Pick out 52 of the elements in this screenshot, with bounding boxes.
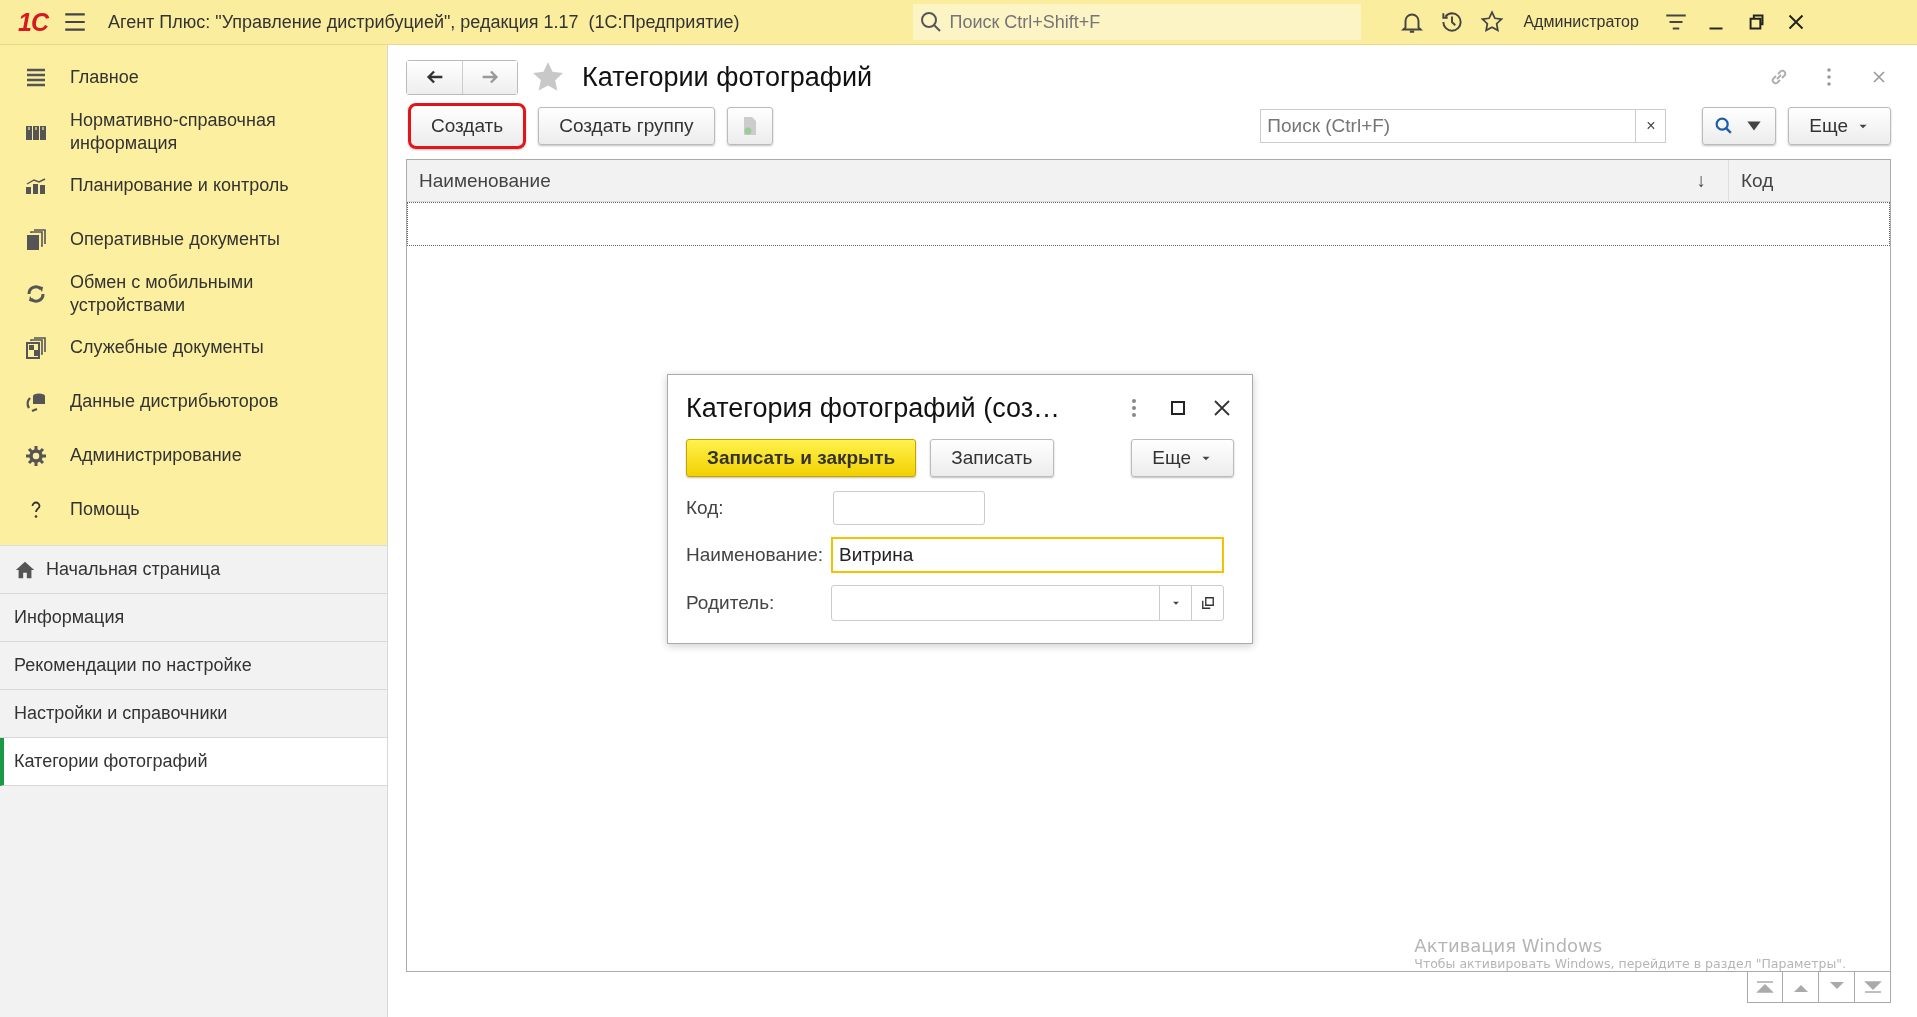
- table-row[interactable]: [407, 202, 1890, 246]
- documents-icon: [24, 335, 48, 360]
- sidebar-item[interactable]: Планирование и контроль: [0, 159, 387, 212]
- column-header[interactable]: Код: [1729, 160, 1890, 201]
- column-header[interactable]: Наименование ↓: [407, 160, 1729, 201]
- scroll-bottom-button[interactable]: [1855, 972, 1891, 1003]
- input-field[interactable]: [833, 491, 985, 525]
- sidebar-item[interactable]: Администрирование: [0, 429, 387, 482]
- dialog-title: Категория фотографий (соз…: [686, 392, 1061, 424]
- scroll-down-button[interactable]: [1819, 972, 1855, 1003]
- gear-icon: [24, 443, 48, 468]
- clear-button[interactable]: ×: [1635, 110, 1666, 142]
- scroll-top-button[interactable]: [1747, 972, 1783, 1003]
- field-label: Родитель:: [686, 592, 776, 614]
- form-title: Категории фотографий: [582, 61, 873, 93]
- sidebar-item[interactable]: Данные дистрибьюторов: [0, 375, 387, 428]
- save-and-close-button[interactable]: Записать и закрыть: [686, 439, 917, 477]
- toolbar-button[interactable]: Создать группу: [538, 107, 715, 145]
- sidebar-item[interactable]: Главное: [0, 51, 387, 104]
- sidebar-item[interactable]: Обмен с мобильными устройствами: [0, 267, 387, 320]
- activation-notice-text: Чтобы активировать Windows, перейдите в раздел "Параметры".: [1414, 956, 1846, 971]
- dropdown-field[interactable]: [831, 585, 1224, 621]
- user-name[interactable]: Администратор: [1523, 13, 1639, 31]
- sidebar-item[interactable]: Помощь: [0, 483, 387, 536]
- input-field[interactable]: Витрина: [831, 537, 1224, 573]
- star-icon[interactable]: [1479, 9, 1506, 35]
- sidebar-item[interactable]: Служебные документы: [0, 321, 387, 374]
- open-window-item[interactable]: Информация: [0, 594, 387, 642]
- save-button[interactable]: Записать: [930, 439, 1054, 477]
- search-input[interactable]: Поиск Ctrl+Shift+F: [947, 10, 1356, 34]
- open-window-item[interactable]: Рекомендации по настройке: [0, 642, 387, 690]
- more-button[interactable]: Еще: [1131, 439, 1234, 477]
- toolbar-button[interactable]: Создать: [408, 103, 527, 149]
- field-label: Наименование:: [686, 544, 824, 566]
- last-icon: [1862, 981, 1883, 993]
- documents-icon: [24, 227, 48, 252]
- search-button[interactable]: [1702, 107, 1777, 145]
- activation-notice-title: Активация Windows: [1414, 935, 1604, 956]
- open-window-item[interactable]: Категории фотографий: [0, 738, 387, 786]
- search-field[interactable]: Поиск Ctrl+Shift+F: [913, 4, 1362, 40]
- back-button[interactable]: [407, 60, 462, 94]
- first-icon: [1755, 981, 1775, 993]
- window-title: Агент Плюс: "Управление дистрибуцией", редакция 1.17 (1С:Предприятие): [107, 11, 740, 33]
- field-label: Код:: [686, 497, 725, 519]
- add-document-button[interactable]: [726, 107, 773, 145]
- more-button[interactable]: Еще: [1788, 107, 1891, 145]
- open-window-item[interactable]: Начальная страница: [0, 546, 387, 594]
- logo[interactable]: 1С: [18, 7, 48, 37]
- sidebar-item[interactable]: Нормативно-справочная информация: [0, 105, 387, 158]
- scroll-up-button[interactable]: [1783, 972, 1819, 1003]
- sidebar-item[interactable]: Оперативные документы: [0, 213, 387, 266]
- search-field[interactable]: Поиск (Ctrl+F) ×: [1260, 109, 1667, 143]
